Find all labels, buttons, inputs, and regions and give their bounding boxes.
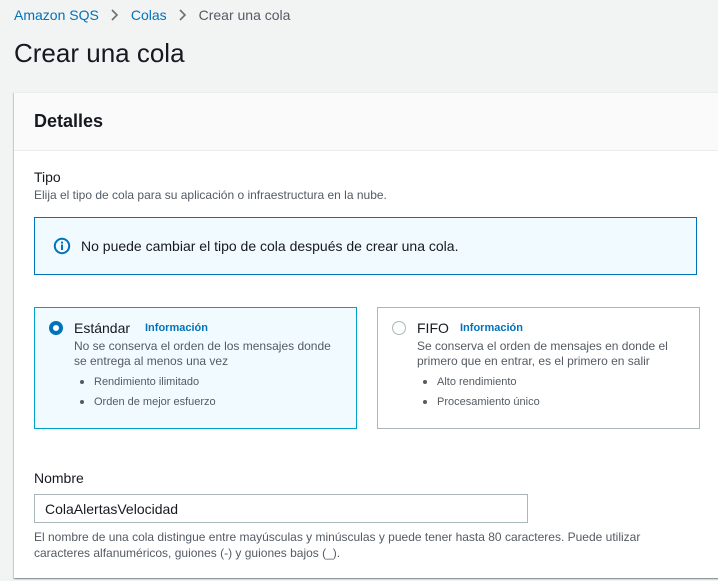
- queue-type-standard-tile[interactable]: Estándar Información No se conserva el o…: [34, 307, 357, 429]
- panel-header: Detalles: [14, 93, 718, 151]
- fifo-features: Alto rendimiento Procesamiento único: [417, 372, 540, 412]
- breadcrumb: Amazon SQS Colas Crear una cola: [14, 7, 290, 23]
- chevron-right-icon: [111, 9, 119, 21]
- type-label: Tipo: [34, 169, 61, 185]
- type-description: Elija el tipo de cola para su aplicación…: [34, 188, 387, 202]
- breadcrumb-current: Crear una cola: [198, 7, 291, 23]
- info-alert-text: No puede cambiar el tipo de cola después…: [81, 238, 459, 254]
- standard-features: Rendimiento ilimitado Orden de mejor esf…: [74, 372, 216, 412]
- fifo-description: Se conserva el orden de mensajes en dond…: [417, 339, 668, 368]
- list-item: Orden de mejor esfuerzo: [74, 392, 216, 412]
- queue-type-fifo-tile[interactable]: FIFO Información Se conserva el orden de…: [377, 307, 700, 429]
- fifo-title: FIFO: [417, 320, 449, 336]
- info-icon: [53, 237, 71, 255]
- list-item: Alto rendimiento: [417, 372, 540, 392]
- fifo-info-link[interactable]: Información: [460, 322, 523, 334]
- name-hint: El nombre de una cola distingue entre ma…: [34, 530, 641, 560]
- standard-radio[interactable]: [49, 321, 63, 335]
- list-item: Procesamiento único: [417, 392, 540, 412]
- list-item: Rendimiento ilimitado: [74, 372, 216, 392]
- fifo-radio[interactable]: [392, 321, 406, 335]
- details-panel: Detalles Tipo Elija el tipo de cola para…: [14, 92, 718, 578]
- standard-info-link[interactable]: Información: [145, 322, 208, 334]
- info-alert: No puede cambiar el tipo de cola después…: [34, 217, 697, 275]
- panel-title: Detalles: [34, 111, 104, 131]
- chevron-right-icon: [179, 9, 187, 21]
- standard-title: Estándar: [74, 320, 131, 336]
- name-label: Nombre: [34, 470, 84, 486]
- page-title: Crear una cola: [14, 38, 185, 68]
- queue-name-input[interactable]: [34, 494, 528, 523]
- breadcrumb-amazon-sqs[interactable]: Amazon SQS: [14, 7, 99, 23]
- breadcrumb-colas[interactable]: Colas: [131, 7, 167, 23]
- standard-description: No se conserva el orden de los mensajes …: [74, 339, 331, 368]
